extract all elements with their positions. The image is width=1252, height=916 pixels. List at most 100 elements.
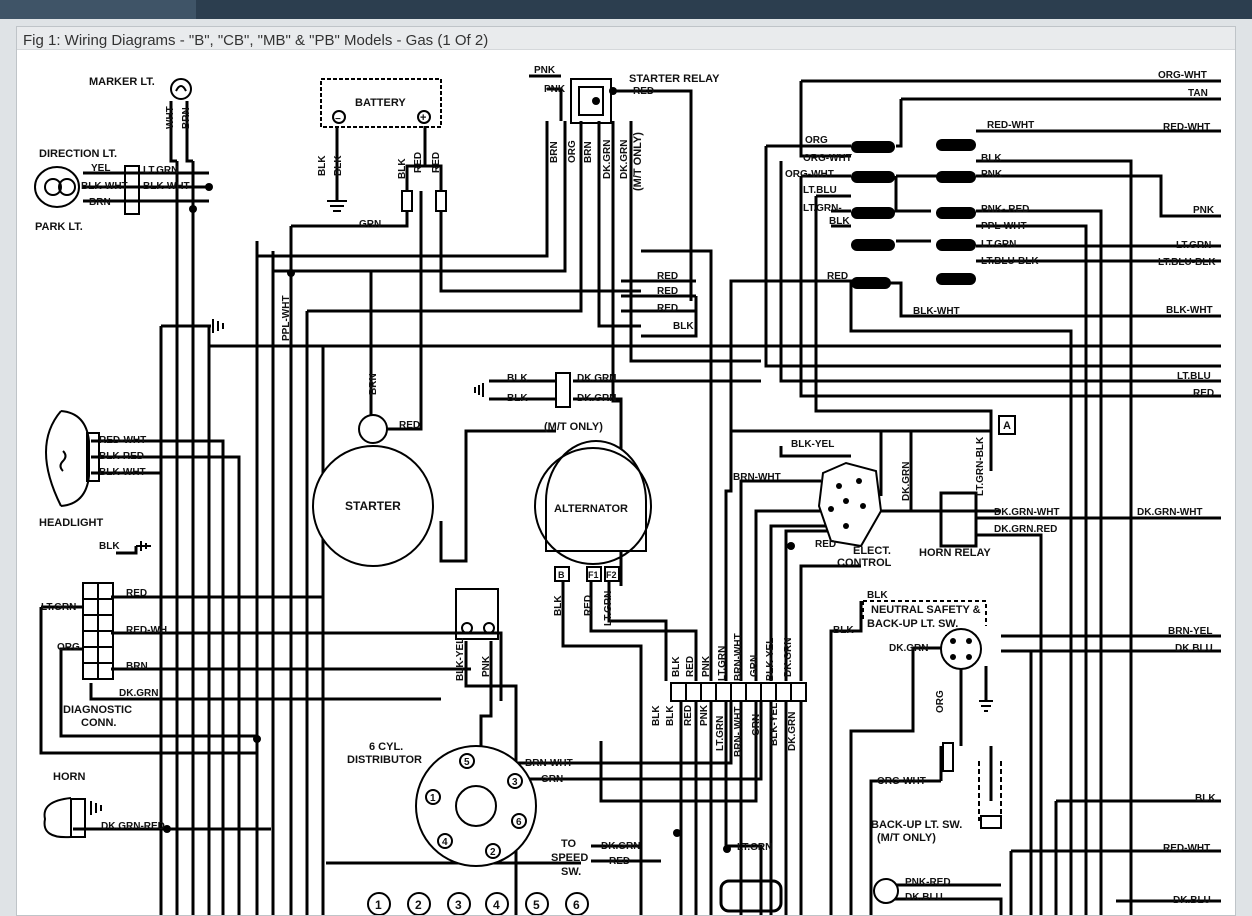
wire-label: BLK-WHT bbox=[99, 467, 146, 478]
wire-label: PNK bbox=[981, 169, 1003, 180]
horn: HORN bbox=[43, 771, 86, 839]
firing-order-5: 5 bbox=[533, 898, 540, 912]
neutral-safety-switch: NEUTRAL SAFETY & BACK-UP LT. SW. bbox=[862, 600, 987, 670]
wire-label: RED-WH bbox=[126, 625, 167, 636]
wire-label: BRN-YEL bbox=[1168, 626, 1212, 637]
wire-label: BLK-YEL bbox=[769, 703, 780, 746]
wire-label: BLK bbox=[397, 158, 408, 179]
wire-label: ORG bbox=[935, 690, 946, 713]
wire-label: DK.BLU bbox=[905, 892, 943, 903]
firing-order-1: 1 bbox=[375, 898, 382, 912]
wire-label: BLK-YEL bbox=[791, 439, 834, 450]
wire-label: WHT bbox=[165, 106, 176, 129]
park-lt-label: PARK LT. bbox=[35, 221, 83, 233]
wire-label: PNK- RED bbox=[981, 204, 1029, 215]
wire-label: DK.GRN-WHT bbox=[994, 507, 1060, 518]
cap-terminal-3: 3 bbox=[512, 777, 518, 788]
wire-label: RED bbox=[399, 420, 420, 431]
distributor: 6 CYL. DISTRIBUTOR 1 2 3 4 5 6 bbox=[347, 741, 537, 867]
figure-frame: Fig 1: Wiring Diagrams - "B", "CB", "MB"… bbox=[16, 26, 1236, 916]
wire-label: LT.GRN bbox=[143, 165, 178, 176]
wire-label: RED bbox=[431, 152, 442, 173]
wire-label: BRN bbox=[549, 141, 560, 163]
wire-label: ORG-WHT bbox=[785, 169, 834, 180]
wire-label: LT.GRN bbox=[717, 646, 728, 681]
wire-label: GRN bbox=[359, 219, 381, 230]
wire-label: LT.BLU bbox=[803, 185, 837, 196]
wire-label: BRN-WHT bbox=[733, 472, 781, 483]
starter-label: STARTER bbox=[345, 499, 401, 513]
wire-label: RED bbox=[683, 705, 694, 726]
wire-label: RED bbox=[827, 271, 848, 282]
wire-label: DK.GRN bbox=[619, 140, 630, 179]
caption-bar: Fig 1: Wiring Diagrams - "B", "CB", "MB"… bbox=[17, 27, 1235, 50]
battery-plus: + bbox=[420, 112, 426, 124]
speed-sw-label-1: TO bbox=[561, 838, 577, 850]
headlight-label: HEADLIGHT bbox=[39, 517, 103, 529]
wire-label: BRN-WHT bbox=[525, 758, 573, 769]
wire-label: ORG-WHT bbox=[1158, 70, 1207, 81]
wire-label: PNK bbox=[534, 65, 556, 76]
wire-label: GRN bbox=[751, 714, 762, 736]
alt-terminal-f1: F1 bbox=[588, 570, 599, 580]
wire-label: RED-WHT bbox=[99, 435, 146, 446]
speed-sw-label-3: SW. bbox=[561, 866, 581, 878]
wire-label: BLK bbox=[333, 155, 344, 176]
wire-label: LT.GRN bbox=[981, 239, 1016, 250]
wire-label: BLK bbox=[317, 155, 328, 176]
terminal-strip bbox=[670, 682, 807, 702]
hazard-flasher bbox=[873, 878, 899, 904]
diagnostic-label-2: CONN. bbox=[81, 717, 116, 729]
wire-label: BLK-WHT bbox=[1166, 305, 1213, 316]
starter-relay-label: STARTER RELAY bbox=[629, 73, 720, 85]
wire-label: BLK bbox=[665, 705, 676, 726]
battery-label: BATTERY bbox=[355, 97, 406, 109]
backup-sw-label-1: BACK-UP LT. SW. bbox=[871, 819, 962, 831]
wire-label: LT.BLU bbox=[1177, 371, 1211, 382]
wire-label: DK.GRN-WHT bbox=[1137, 507, 1203, 518]
alternator: ALTERNATOR B F1 F2 (M/T ONLY) bbox=[534, 372, 652, 582]
wire-label: DK.GRN bbox=[577, 373, 616, 384]
horn-relay-label: HORN RELAY bbox=[919, 547, 991, 559]
wire-label: BRN bbox=[583, 141, 594, 163]
wire-label: BLK bbox=[651, 705, 662, 726]
battery: − + BATTERY bbox=[320, 78, 447, 212]
wire-label: ORG bbox=[57, 642, 80, 653]
wire-label: RED bbox=[583, 595, 594, 616]
wire-label: BLK bbox=[507, 373, 528, 384]
wire-label: PNK bbox=[701, 655, 712, 677]
cap-terminal-5: 5 bbox=[464, 757, 470, 768]
wire-label: BLK-RED bbox=[99, 451, 144, 462]
cap-terminal-4: 4 bbox=[442, 837, 448, 848]
wire-label: BRN bbox=[89, 197, 111, 208]
wire-label: PNK bbox=[481, 655, 492, 677]
wire-label: BLK-WHT bbox=[143, 181, 190, 192]
wire-label: BRN-WHT bbox=[733, 633, 744, 681]
firing-order-2: 2 bbox=[415, 898, 422, 912]
elect-control-label-1: ELECT. bbox=[853, 545, 891, 557]
cap-terminal-1: 1 bbox=[430, 793, 436, 804]
alt-mt-only-label: (M/T ONLY) bbox=[544, 421, 603, 433]
wire-label: DK.GRN.RED bbox=[994, 524, 1057, 535]
wire-label: BLK-WHT bbox=[913, 306, 960, 317]
wire-label: ORG bbox=[805, 135, 828, 146]
wire-label: LT.BLU-BLK bbox=[981, 256, 1039, 267]
wire-label: BLK bbox=[507, 393, 528, 404]
wire-label: GRN bbox=[541, 774, 563, 785]
alt-terminal-b: B bbox=[558, 570, 565, 580]
wire-label: LT.BLU-BLK bbox=[1158, 257, 1216, 268]
wire-label: RED bbox=[413, 152, 424, 173]
diagnostic-label-1: DIAGNOSTIC bbox=[63, 704, 132, 716]
wire-label: DK.BLU bbox=[1173, 895, 1211, 906]
window-top-bar bbox=[0, 0, 1252, 19]
wire-label: BRN- WHT bbox=[733, 706, 744, 757]
wire-label: BRN bbox=[181, 107, 192, 129]
horn-relay: HORN RELAY A bbox=[919, 415, 1016, 559]
wire-label: RED bbox=[657, 303, 678, 314]
wire-label: ORG-WHT bbox=[877, 776, 926, 787]
wire-label: BLK-WHT bbox=[81, 181, 128, 192]
wire-label: LT.GRN-BLK bbox=[975, 436, 986, 496]
direction-lt-label: DIRECTION LT. bbox=[39, 148, 117, 160]
elect-control-label-2: CONTROL bbox=[837, 557, 892, 569]
wire-label: DK.BLU bbox=[1175, 643, 1213, 654]
